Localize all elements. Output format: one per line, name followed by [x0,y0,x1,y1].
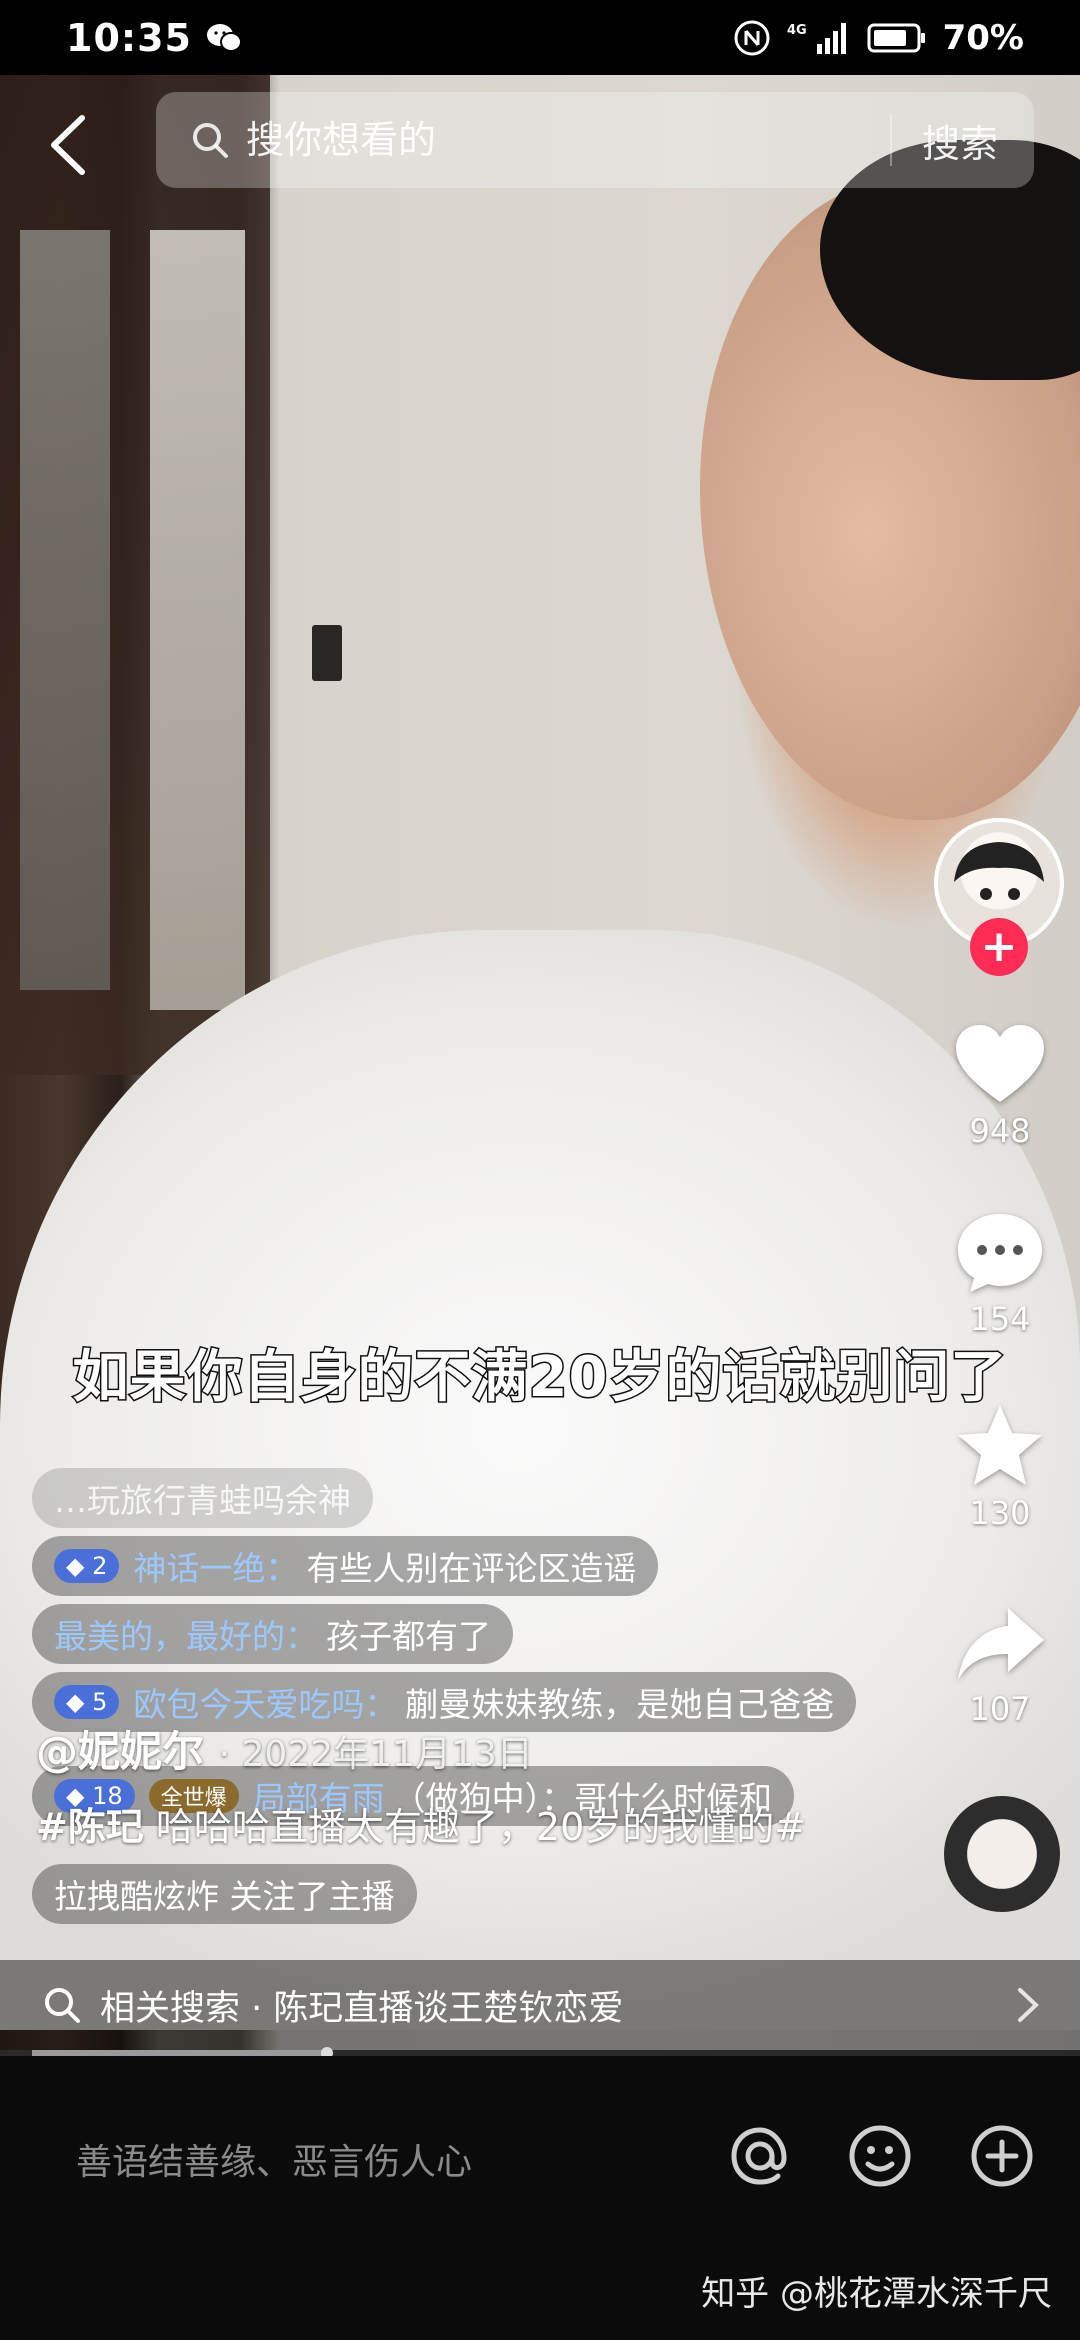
add-plus-icon[interactable] [966,2120,1038,2192]
share-arrow-icon [958,1608,1044,1680]
related-search-icon [45,1988,80,2023]
status-time: 10:35 [66,15,192,60]
author-name[interactable]: @妮妮尔 [36,1727,204,1776]
share-count: 107 [969,1690,1031,1728]
back-arrow-icon[interactable] [40,110,100,180]
user-level-badge: ◆ 5 [54,1685,120,1719]
post-date: · 2022年11月13日 [218,1734,533,1775]
live-comment-text: …玩旅行青蛙吗余神 [54,1481,351,1520]
share-button[interactable]: 107 [944,1604,1056,1728]
mention-at-icon[interactable] [724,2120,796,2192]
favorite-count: 130 [969,1494,1031,1532]
heart-icon [956,1025,1044,1102]
live-comment-text: 孩子都有了 [326,1617,491,1656]
favorite-button[interactable]: 130 [944,1402,1056,1532]
zhihu-watermark: 知乎 @桃花潭水深千尺 [701,2274,1052,2314]
battery-icon [867,23,925,52]
signal-icon: 4G [787,22,846,54]
comment-bubble-icon [958,1214,1042,1292]
live-comment-nick[interactable]: 神话一绝： [133,1542,298,1590]
video-feed-screen: 10:35 4G 70% 搜你想看的 搜索 如果你自身的不满20岁的话就别问了 … [0,0,1080,2340]
video-subtitle: 如果你自身的不满20岁的话就别问了 [71,1344,1008,1412]
user-level-number: 2 [92,1552,108,1580]
star-icon [958,1405,1042,1485]
video-bg-glass-right [150,230,245,1010]
like-button[interactable]: 948 [944,1022,1056,1150]
wechat-notification-icon [206,23,242,52]
comment-input-bar: 知乎 @桃花潭水深千尺 [0,2056,1080,2340]
live-comment: 拉拽酷炫炸 关注了主播 [32,1864,417,1924]
video-caption: #陈玘 哈哈哈直播太有趣了，20岁的我懂的# [36,1800,836,1854]
live-comment-text: 有些人别在评论区造谣 [306,1549,637,1588]
live-comment-text: 拉拽酷炫炸 关注了主播 [54,1877,395,1916]
like-count: 948 [969,1112,1031,1150]
comment-count: 154 [969,1300,1031,1338]
user-level-number: 5 [92,1688,108,1716]
live-comment: 最美的，最好的： 孩子都有了 [32,1604,513,1664]
related-search-text: 相关搜索 · 陈玘直播谈王楚钦恋爱 [100,1988,624,2029]
comment-input[interactable] [76,2132,676,2192]
live-comment: …玩旅行青蛙吗余神 [32,1468,373,1528]
search-icon [193,123,228,158]
related-search-bar[interactable]: 相关搜索 · 陈玘直播谈王楚钦恋爱 [0,1960,1080,2050]
chevron-right-icon [1018,1988,1039,2022]
live-comment: ◆ 2 神话一绝： 有些人别在评论区造谣 [32,1536,659,1596]
comment-button[interactable]: 154 [944,1210,1056,1338]
follow-plus-button[interactable]: + [970,918,1028,976]
network-label: 4G [787,23,807,38]
emoji-icon[interactable] [844,2120,916,2192]
video-bg-glass [20,230,110,990]
music-disc-icon[interactable] [944,1796,1060,1912]
caption-text: 哈哈哈直播太有趣了，20岁的我懂的# [143,1805,807,1849]
nfc-icon [734,20,770,55]
battery-percent: 70% [942,17,1024,58]
search-input[interactable] [246,118,890,162]
status-bar: 10:35 4G 70% [0,0,1080,75]
caption-hashtag[interactable]: #陈玘 [36,1805,144,1849]
search-button[interactable]: 搜索 [922,113,998,168]
live-comments-list: …玩旅行青蛙吗余神 ◆ 2 神话一绝： 有些人别在评论区造谣 最美的，最好的： … [32,1468,932,1932]
video-bg-switch [312,625,342,681]
status-right: 4G 70% [733,18,1024,58]
search-divider [889,114,892,166]
author-row: @妮妮尔 · 2022年11月13日 [36,1718,533,1779]
search-bar[interactable]: 搜索 [156,92,1034,188]
user-level-badge: ◆ 2 [54,1549,120,1583]
live-comment-nick[interactable]: 最美的，最好的： [54,1610,318,1658]
